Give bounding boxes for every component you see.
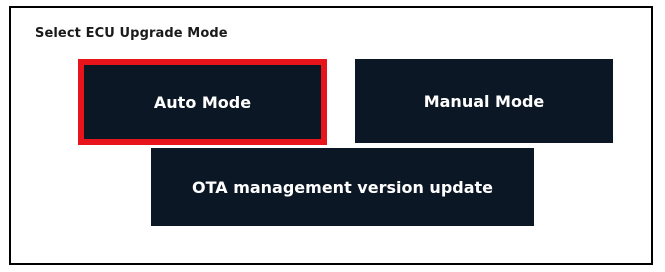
- manual-mode-button[interactable]: Manual Mode: [355, 59, 613, 143]
- dialog-title: Select ECU Upgrade Mode: [35, 26, 228, 41]
- ecu-upgrade-mode-dialog: Select ECU Upgrade Mode Auto Mode Manual…: [9, 6, 653, 265]
- ota-version-update-button[interactable]: OTA management version update: [151, 148, 534, 226]
- auto-mode-label: Auto Mode: [153, 92, 252, 112]
- manual-mode-label: Manual Mode: [423, 91, 545, 111]
- ota-version-update-label: OTA management version update: [191, 177, 494, 197]
- auto-mode-button[interactable]: Auto Mode: [78, 59, 327, 145]
